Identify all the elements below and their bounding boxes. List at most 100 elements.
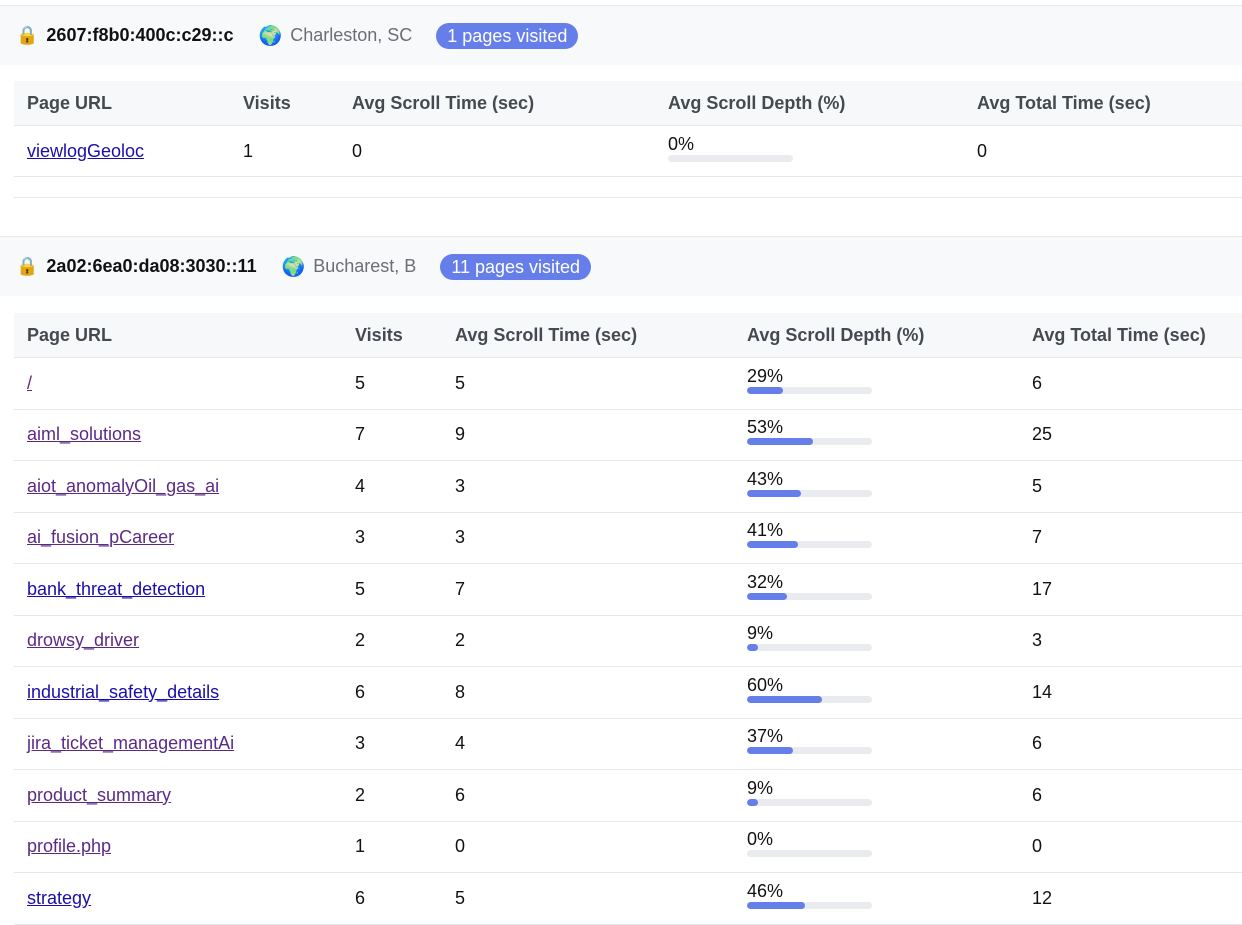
page-url-link[interactable]: drowsy_driver (27, 630, 139, 650)
url-cell: aiml_solutions (14, 409, 342, 461)
total-time-cell: 17 (1019, 563, 1242, 616)
table-row: industrial_safety_details 6 8 60% 14 (14, 666, 1242, 719)
total-time-cell: 3 (1019, 615, 1242, 667)
scroll-depth-fill (747, 489, 801, 497)
page-url-link[interactable]: viewlogGeoloc (27, 141, 144, 161)
scroll-depth-bar (747, 901, 872, 909)
scroll-depth-fill (747, 901, 805, 909)
scroll-time-cell: 9 (442, 409, 734, 461)
scroll-time-cell: 5 (442, 872, 734, 925)
url-cell: strategy (14, 872, 342, 925)
visits-cell: 7 (342, 409, 442, 461)
url-cell: / (14, 357, 342, 410)
page-url-link[interactable]: / (27, 373, 32, 393)
scroll-depth-fill (747, 644, 759, 652)
page-url-link[interactable]: profile.php (27, 836, 111, 856)
table-header-row: Page URL Visits Avg Scroll Time (sec) Av… (14, 81, 1242, 126)
column-header-scroll-time: Avg Scroll Time (sec) (339, 81, 655, 126)
total-time-cell: 6 (1019, 357, 1242, 410)
scroll-depth-value: 0% (747, 829, 774, 850)
table-row: profile.php 1 0 0% 0 (14, 821, 1242, 873)
url-cell: product_summary (14, 769, 342, 822)
total-time-cell: 6 (1019, 718, 1242, 770)
pages-table: Page URL Visits Avg Scroll Time (sec) Av… (14, 313, 1242, 925)
table-row: viewlogGeoloc 1 0 0% 0 (14, 125, 1242, 177)
total-time-cell: 6 (1019, 769, 1242, 822)
page-url-link[interactable]: bank_threat_detection (27, 579, 205, 599)
table-row: product_summary 2 6 9% 6 (14, 769, 1242, 822)
visits-cell: 1 (230, 125, 339, 177)
url-cell: aiot_anomalyOil_gas_ai (14, 460, 342, 513)
scroll-depth-value: 29% (747, 365, 784, 386)
scroll-depth-fill (747, 592, 787, 600)
page-url-link[interactable]: ai_fusion_pCareer (27, 527, 174, 547)
url-cell: ai_fusion_pCareer (14, 512, 342, 564)
page-url-link[interactable]: strategy (27, 888, 91, 908)
url-cell: industrial_safety_details (14, 666, 342, 719)
globe-icon: 🌍 (281, 256, 306, 278)
table-row: bank_threat_detection 5 7 32% 17 (14, 563, 1242, 616)
visits-cell: 1 (342, 821, 442, 873)
pages-visited-badge: 1 pages visited (436, 22, 579, 49)
scroll-time-cell: 6 (442, 769, 734, 822)
column-header-scroll-depth: Avg Scroll Depth (%) (655, 81, 964, 126)
visits-cell: 2 (342, 615, 442, 667)
column-header-url: Page URL (14, 313, 342, 358)
scroll-depth-cell: 60% (734, 666, 1019, 719)
total-time-cell: 0 (964, 125, 1242, 177)
scroll-depth-bar (747, 850, 872, 858)
scroll-time-cell: 0 (442, 821, 734, 873)
scroll-depth-value: 0% (668, 133, 695, 154)
scroll-depth-fill (747, 541, 799, 549)
visits-cell: 3 (342, 718, 442, 770)
url-cell: profile.php (14, 821, 342, 873)
scroll-depth-value: 32% (747, 571, 784, 592)
scroll-depth-fill (747, 747, 794, 755)
scroll-depth-fill (747, 438, 814, 446)
pages-table: Page URL Visits Avg Scroll Time (sec) Av… (14, 81, 1242, 177)
lock-icon: 🔒 (16, 256, 39, 276)
lock-icon: 🔒 (16, 25, 39, 45)
url-cell: bank_threat_detection (14, 563, 342, 616)
scroll-depth-fill (747, 386, 784, 394)
table-row: ai_fusion_pCareer 3 3 41% 7 (14, 512, 1242, 564)
scroll-time-cell: 3 (442, 512, 734, 564)
scroll-time-cell: 7 (442, 563, 734, 616)
table-row: strategy 6 5 46% 12 (14, 872, 1242, 925)
total-time-cell: 25 (1019, 409, 1242, 461)
page-url-link[interactable]: jira_ticket_managementAi (27, 733, 234, 753)
scroll-depth-cell: 32% (734, 563, 1019, 616)
total-time-cell: 5 (1019, 460, 1242, 513)
scroll-depth-bar (668, 154, 793, 162)
scroll-depth-value: 53% (747, 417, 784, 438)
column-header-total-time: Avg Total Time (sec) (1019, 313, 1242, 358)
table-header-row: Page URL Visits Avg Scroll Time (sec) Av… (14, 313, 1242, 358)
globe-icon: 🌍 (258, 25, 283, 47)
page-url-link[interactable]: product_summary (27, 785, 171, 805)
visits-cell: 6 (342, 872, 442, 925)
page-url-link[interactable]: aiot_anomalyOil_gas_ai (27, 476, 219, 496)
page-url-link[interactable]: industrial_safety_details (27, 682, 219, 702)
scroll-depth-value: 43% (747, 468, 784, 489)
ip-address: 2a02:6ea0:da08:3030::11 (46, 256, 257, 276)
scroll-depth-value: 9% (747, 623, 774, 644)
scroll-depth-cell: 46% (734, 872, 1019, 925)
scroll-depth-cell: 0% (734, 821, 1019, 873)
column-header-visits: Visits (342, 313, 442, 358)
scroll-time-cell: 2 (442, 615, 734, 667)
scroll-time-cell: 5 (442, 357, 734, 410)
visits-cell: 5 (342, 357, 442, 410)
scroll-depth-value: 46% (747, 880, 784, 901)
table-row: aiml_solutions 7 9 53% 25 (14, 409, 1242, 461)
scroll-depth-bar (747, 644, 872, 652)
visits-cell: 4 (342, 460, 442, 513)
scroll-depth-fill (747, 695, 822, 703)
scroll-time-cell: 3 (442, 460, 734, 513)
table-row: / 5 5 29% 6 (14, 357, 1242, 410)
page-url-link[interactable]: aiml_solutions (27, 424, 141, 444)
scroll-depth-cell: 41% (734, 512, 1019, 564)
scroll-depth-bar (747, 747, 872, 755)
scroll-depth-value: 41% (747, 520, 784, 541)
scroll-depth-value: 37% (747, 726, 784, 747)
scroll-depth-cell: 0% (655, 125, 964, 177)
